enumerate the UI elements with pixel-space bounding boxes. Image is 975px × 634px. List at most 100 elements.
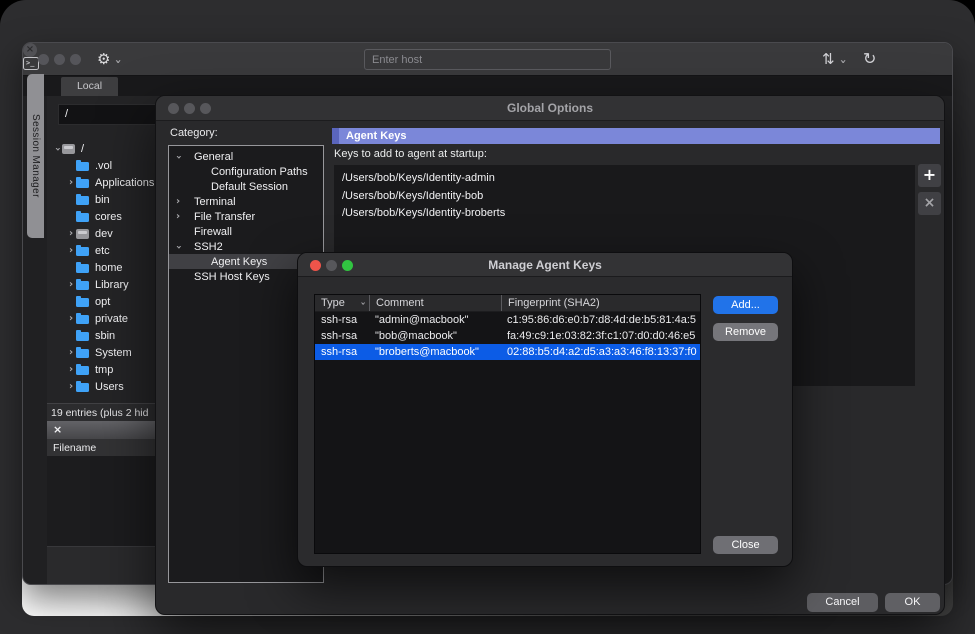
sort-icon[interactable]: ⇅ [822,50,835,68]
tree-item[interactable]: opt [47,293,160,310]
tree-item-label: tmp [95,364,113,376]
chevron-right-icon[interactable]: › [66,280,76,290]
category-item[interactable]: Default Session [169,179,323,194]
column-header-fingerprint[interactable]: Fingerprint (SHA2) [501,295,700,311]
 [76,196,89,205]
remove-key-button[interactable]: × [918,192,941,215]
chevron-right-icon[interactable]: › [66,348,76,358]
session-manager-tab[interactable]: Session Manager [27,74,44,238]
cell-type: ssh-rsa [315,314,369,326]
manage-zoom-button[interactable] [342,260,353,271]
 [76,349,89,358]
tree-item[interactable]: › System [47,344,160,361]
tree-item[interactable]: ›/ [47,140,160,157]
refresh-icon[interactable]: ↻ [863,50,876,68]
disk-icon [76,229,90,239]
tree-item[interactable]: ›private [47,310,160,327]
 [76,213,89,222]
chevron-down-icon[interactable]: › [52,144,62,154]
terminal-icon[interactable]: >_ [23,57,39,70]
add-key-button[interactable]: + [918,164,941,187]
category-item[interactable]: ›General [169,149,323,164]
tree-item[interactable]: › etc [47,242,160,259]
chevron-right-icon[interactable]: › [66,229,76,239]
filename-column-header[interactable]: Filename [47,439,160,457]
chevron-right-icon[interactable]: › [176,197,180,207]
category-item-label: Default Session [211,181,288,193]
gear-icon[interactable]: ⚙ [97,50,110,68]
tree-item[interactable]: ›Library [47,276,160,293]
column-header-comment[interactable]: Comment [369,295,501,311]
sort-dropdown-chevron-icon[interactable]: › [838,59,849,64]
agent-key-table-header: Type › Comment Fingerprint (SHA2) [315,295,700,312]
dialog-zoom-button[interactable] [200,103,211,114]
key-path-item[interactable]: /Users/bob/Keys/Identity-bob [342,188,915,206]
chevron-right-icon[interactable]: › [66,178,76,188]
chevron-right-icon[interactable]: › [176,212,180,222]
type-sort-chevron-icon[interactable]: › [358,301,367,305]
screenshot-stage: ⚙ › ⇅ › ↻ × >_ Local Session Manager / ›… [0,0,975,634]
cell-comment: "broberts@macbook" [369,346,501,358]
window-minimize-button[interactable] [54,54,65,65]
gear-dropdown-chevron-icon[interactable]: › [113,59,124,64]
close-button[interactable]: Close [713,536,778,554]
folder-icon [76,160,90,171]
tree-item[interactable]: › Users [47,378,160,395]
chevron-right-icon[interactable]: › [66,314,76,324]
chevron-down-icon[interactable]: › [173,154,183,158]
tree-item-label: cores [95,211,122,223]
status-strip [47,546,160,585]
filter-close-icon[interactable]: × [53,423,62,437]
ok-button[interactable]: OK [885,593,940,612]
key-path-item[interactable]: /Users/bob/Keys/Identity-broberts [342,205,915,223]
agent-key-rows: ssh-rsa"admin@macbook"c1:95:86:d6:e0:b7:… [315,312,700,360]
 [76,366,89,375]
 [76,298,89,307]
chevron-right-icon[interactable]: › [66,246,76,256]
tree-item-label: System [95,347,132,359]
chevron-right-icon[interactable]: › [66,382,76,392]
chevron-right-icon[interactable]: › [66,365,76,375]
category-item[interactable]: Firewall [169,224,323,239]
table-row[interactable]: ssh-rsa"bob@macbook"fa:49:c9:1e:03:82:3f… [315,328,700,344]
tab-local[interactable]: Local [61,77,118,96]
key-path-item[interactable]: /Users/bob/Keys/Identity-admin [342,170,915,188]
add-button[interactable]: Add... [713,296,778,314]
category-item[interactable]: ›SSH2 [169,239,323,254]
folder-icon [76,330,90,341]
folder-icon [76,194,90,205]
folder-icon [76,347,90,358]
tree-item[interactable]: home [47,259,160,276]
tree-item[interactable]: sbin [47,327,160,344]
dialog-close-button[interactable] [168,103,179,114]
category-item-label: Firewall [194,226,232,238]
manage-close-button[interactable] [310,260,321,271]
tree-item-label: / [81,143,84,155]
remove-button[interactable]: Remove [713,323,778,341]
tree-item-label: Users [95,381,124,393]
category-item[interactable]: ›File Transfer [169,209,323,224]
tree-item[interactable]: bin [47,191,160,208]
cancel-button[interactable]: Cancel [807,593,878,612]
window-zoom-button[interactable] [70,54,81,65]
tree-item[interactable]: ›dev [47,225,160,242]
chevron-down-icon[interactable]: › [173,244,183,248]
manage-minimize-button[interactable] [326,260,337,271]
tree-item[interactable]: cores [47,208,160,225]
table-row[interactable]: ssh-rsa"broberts@macbook"02:88:b5:d4:a2:… [315,344,700,360]
table-row[interactable]: ssh-rsa"admin@macbook"c1:95:86:d6:e0:b7:… [315,312,700,328]
manage-agent-keys-dialog: Manage Agent Keys Type › Comment Fingerp… [297,252,793,567]
category-item[interactable]: Configuration Paths [169,164,323,179]
 [76,162,89,171]
tree-item-label: etc [95,245,110,257]
enter-host-input[interactable] [364,49,611,70]
tree-item[interactable]: › tmp [47,361,160,378]
 [76,179,89,188]
column-header-type[interactable]: Type › [315,295,369,311]
tree-item[interactable]: ›Applications [47,174,160,191]
tree-item[interactable]: .vol [47,157,160,174]
dialog-minimize-button[interactable] [184,103,195,114]
path-input[interactable]: / [58,104,161,125]
window-close-button[interactable] [38,54,49,65]
category-item[interactable]: ›Terminal [169,194,323,209]
